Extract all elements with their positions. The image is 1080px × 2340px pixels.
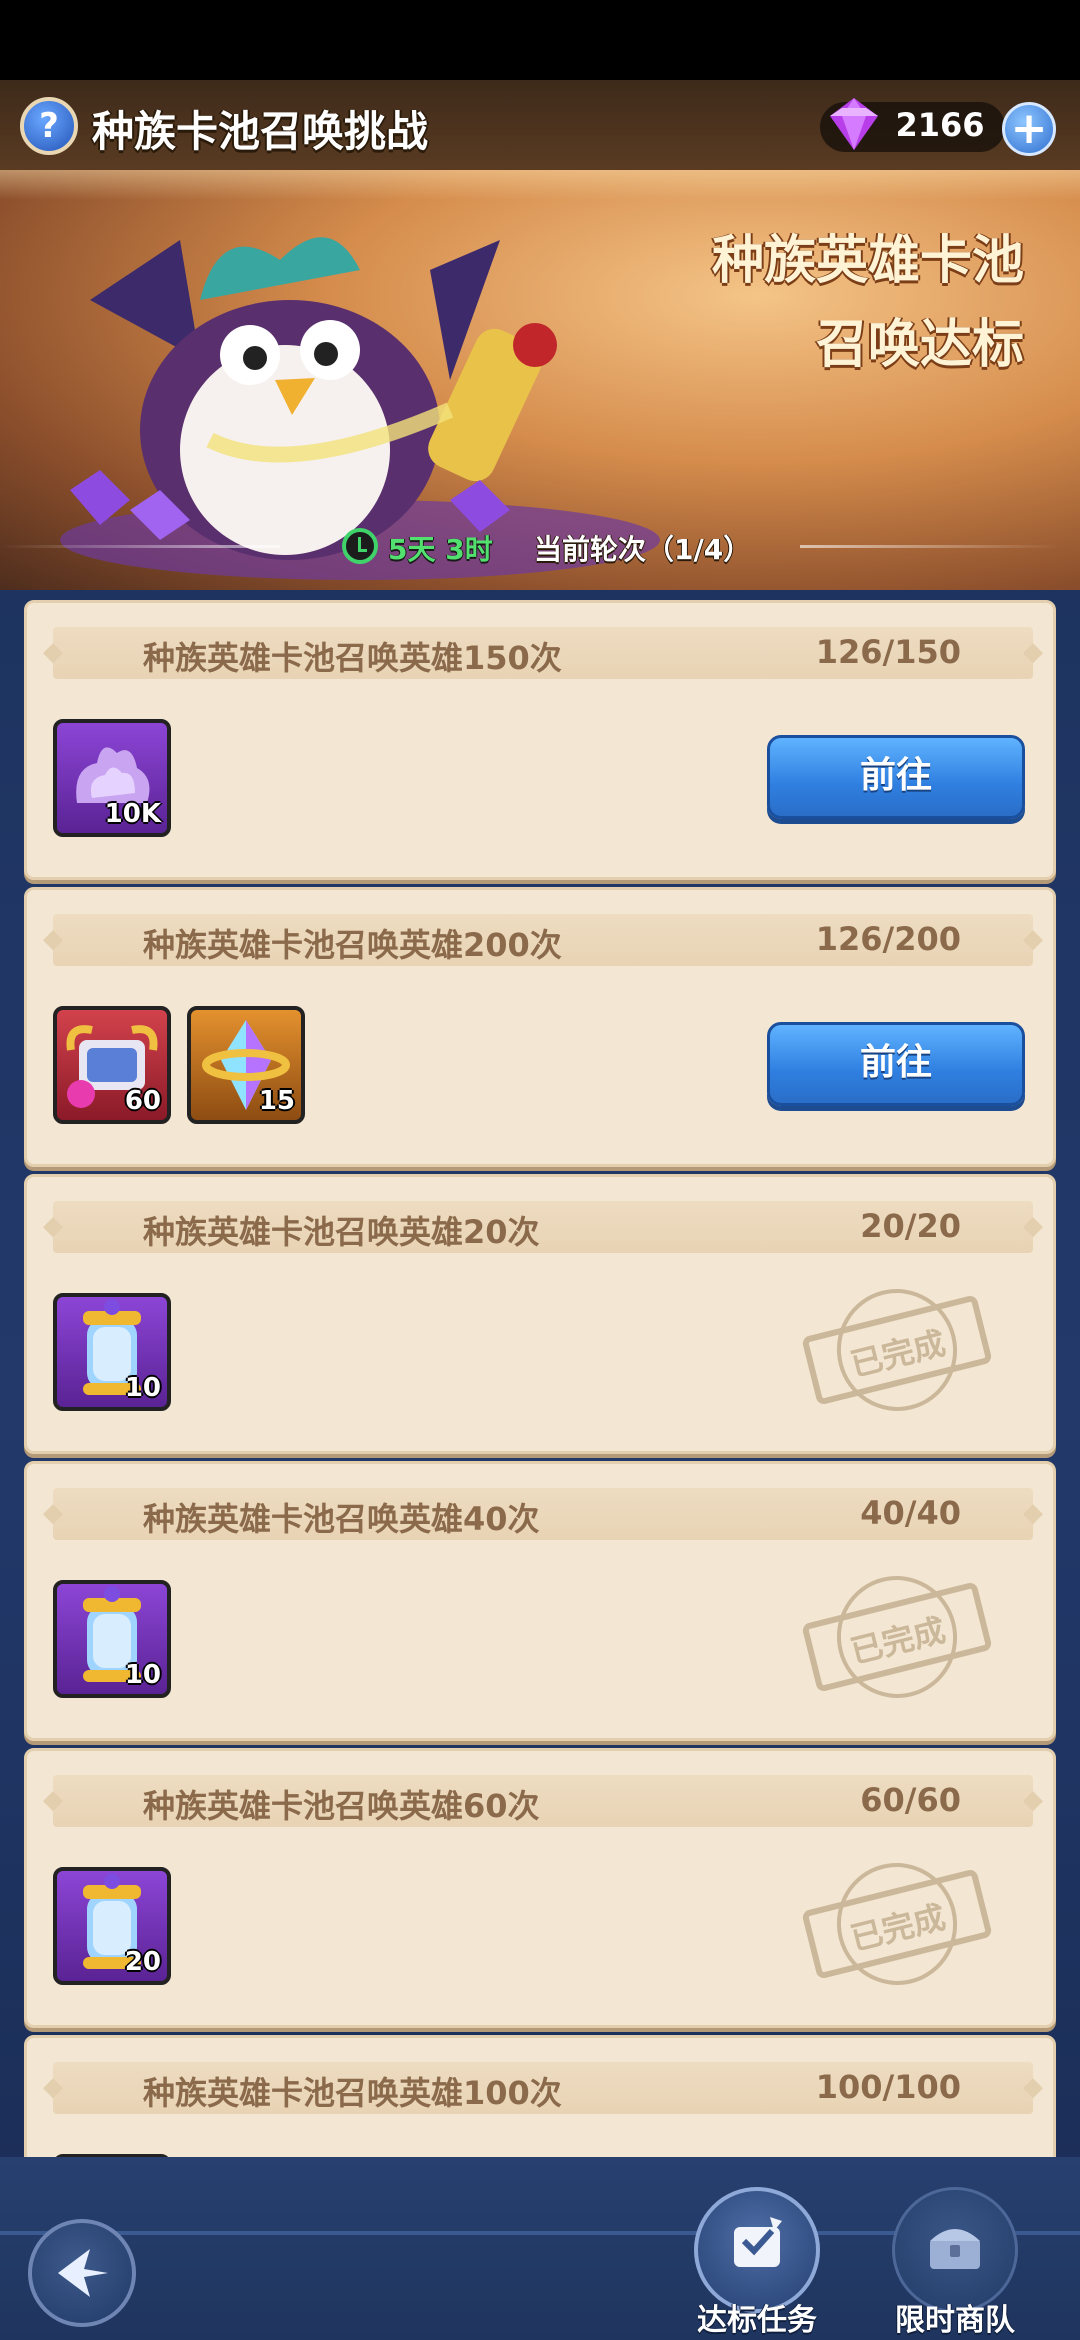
task-progress: 126/200 xyxy=(815,920,961,958)
task-progress: 100/100 xyxy=(815,2068,961,2106)
treasure-chest-icon xyxy=(930,2229,980,2269)
task-header: 种族英雄卡池召唤英雄100次 100/100 xyxy=(43,2062,1043,2114)
help-button[interactable]: ? xyxy=(20,97,78,155)
task-title: 种族英雄卡池召唤英雄60次 xyxy=(143,1787,540,1825)
task-card: 种族英雄卡池召唤英雄20次 20/20 10 已完成 xyxy=(24,1174,1056,1454)
back-button[interactable] xyxy=(28,2219,136,2327)
task-card: 种族英雄卡池召唤英雄100次 100/100 xyxy=(24,2035,1056,2157)
top-header: ? 种族卡池召唤挑战 2166 + xyxy=(0,80,1080,170)
task-title: 种族英雄卡池召唤英雄20次 xyxy=(143,1213,540,1251)
task-progress: 60/60 xyxy=(860,1781,961,1819)
countdown-timer: 5天 3时 xyxy=(388,533,493,566)
task-card: 种族英雄卡池召唤英雄150次 126/150 10K 前往 xyxy=(24,600,1056,880)
reward-item[interactable]: 10 xyxy=(53,1580,171,1698)
task-progress: 20/20 xyxy=(860,1207,961,1245)
reward-item[interactable]: 20 xyxy=(53,1867,171,1985)
page-title: 种族卡池召唤挑战 xyxy=(92,107,429,156)
quest-scroll-icon xyxy=(734,2217,782,2267)
gem-count: 2166 xyxy=(895,106,985,144)
app-screen: ? 种族卡池召唤挑战 2166 + 种族英雄卡池 召唤达标 5天 3时 当前轮次… xyxy=(0,0,1080,2340)
event-banner: 种族英雄卡池 召唤达标 5天 3时 当前轮次（1/4） xyxy=(0,170,1080,590)
tab-caravan[interactable]: 限时商队 xyxy=(880,2187,1030,2338)
completed-stamp: 已完成 xyxy=(787,1846,1008,2001)
go-button[interactable]: 前往 xyxy=(767,1022,1025,1106)
reward-count: 60 xyxy=(124,1086,161,1116)
clock-icon xyxy=(342,528,378,564)
completed-stamp: 已完成 xyxy=(787,1559,1008,1714)
task-title: 种族英雄卡池召唤英雄150次 xyxy=(143,639,562,677)
task-header: 种族英雄卡池召唤英雄60次 60/60 xyxy=(43,1775,1043,1827)
banner-title-line2: 召唤达标 xyxy=(815,315,1024,375)
timer-row: 5天 3时 当前轮次（1/4） xyxy=(0,526,1080,566)
task-list[interactable]: 种族英雄卡池召唤英雄150次 126/150 10K 前往 种族英雄卡池召唤英雄… xyxy=(0,600,1080,2157)
task-header: 种族英雄卡池召唤英雄150次 126/150 xyxy=(43,627,1043,679)
reward-count: 15 xyxy=(258,1086,295,1116)
bottom-nav: 达标任务 限时商队 xyxy=(0,2157,1080,2340)
add-gems-button[interactable]: + xyxy=(1002,102,1056,156)
divider-left xyxy=(0,545,280,548)
task-header: 种族英雄卡池召唤英雄20次 20/20 xyxy=(43,1201,1043,1253)
reward-count: 10 xyxy=(124,1373,161,1403)
tab-label: 达标任务 xyxy=(697,2303,817,2338)
task-progress: 40/40 xyxy=(860,1494,961,1532)
reward-count: 20 xyxy=(124,1947,161,1977)
reward-item[interactable]: 10K xyxy=(53,719,171,837)
task-header: 种族英雄卡池召唤英雄200次 126/200 xyxy=(43,914,1043,966)
task-card: 种族英雄卡池召唤英雄200次 126/200 60 xyxy=(24,887,1056,1167)
reward-item[interactable]: 10 xyxy=(53,1293,171,1411)
task-header: 种族英雄卡池召唤英雄40次 40/40 xyxy=(43,1488,1043,1540)
tab-quests[interactable]: 达标任务 xyxy=(682,2187,832,2338)
reward-count: 10K xyxy=(104,799,161,829)
go-button[interactable]: 前往 xyxy=(767,735,1025,819)
task-title: 种族英雄卡池召唤英雄100次 xyxy=(143,2074,562,2112)
tab-label: 限时商队 xyxy=(895,2303,1015,2338)
gem-icon xyxy=(830,98,878,150)
divider-right xyxy=(800,545,1060,548)
banner-title-line1: 种族英雄卡池 xyxy=(711,231,1024,291)
completed-stamp: 已完成 xyxy=(787,1272,1008,1427)
task-progress: 126/150 xyxy=(815,633,961,671)
current-round: 当前轮次（1/4） xyxy=(534,533,752,566)
reward-count: 10 xyxy=(124,1660,161,1690)
status-bar xyxy=(0,0,1080,80)
task-title: 种族英雄卡池召唤英雄40次 xyxy=(143,1500,540,1538)
reward-item[interactable]: 15 xyxy=(187,1006,305,1124)
reward-item[interactable]: 60 xyxy=(53,1006,171,1124)
penguin-dragon-mascot-icon xyxy=(60,237,660,580)
task-card: 种族英雄卡池召唤英雄60次 60/60 20 已完成 xyxy=(24,1748,1056,2028)
task-card: 种族英雄卡池召唤英雄40次 40/40 10 已完成 xyxy=(24,1461,1056,1741)
task-title: 种族英雄卡池召唤英雄200次 xyxy=(143,926,562,964)
back-arrow-icon xyxy=(58,2249,108,2297)
